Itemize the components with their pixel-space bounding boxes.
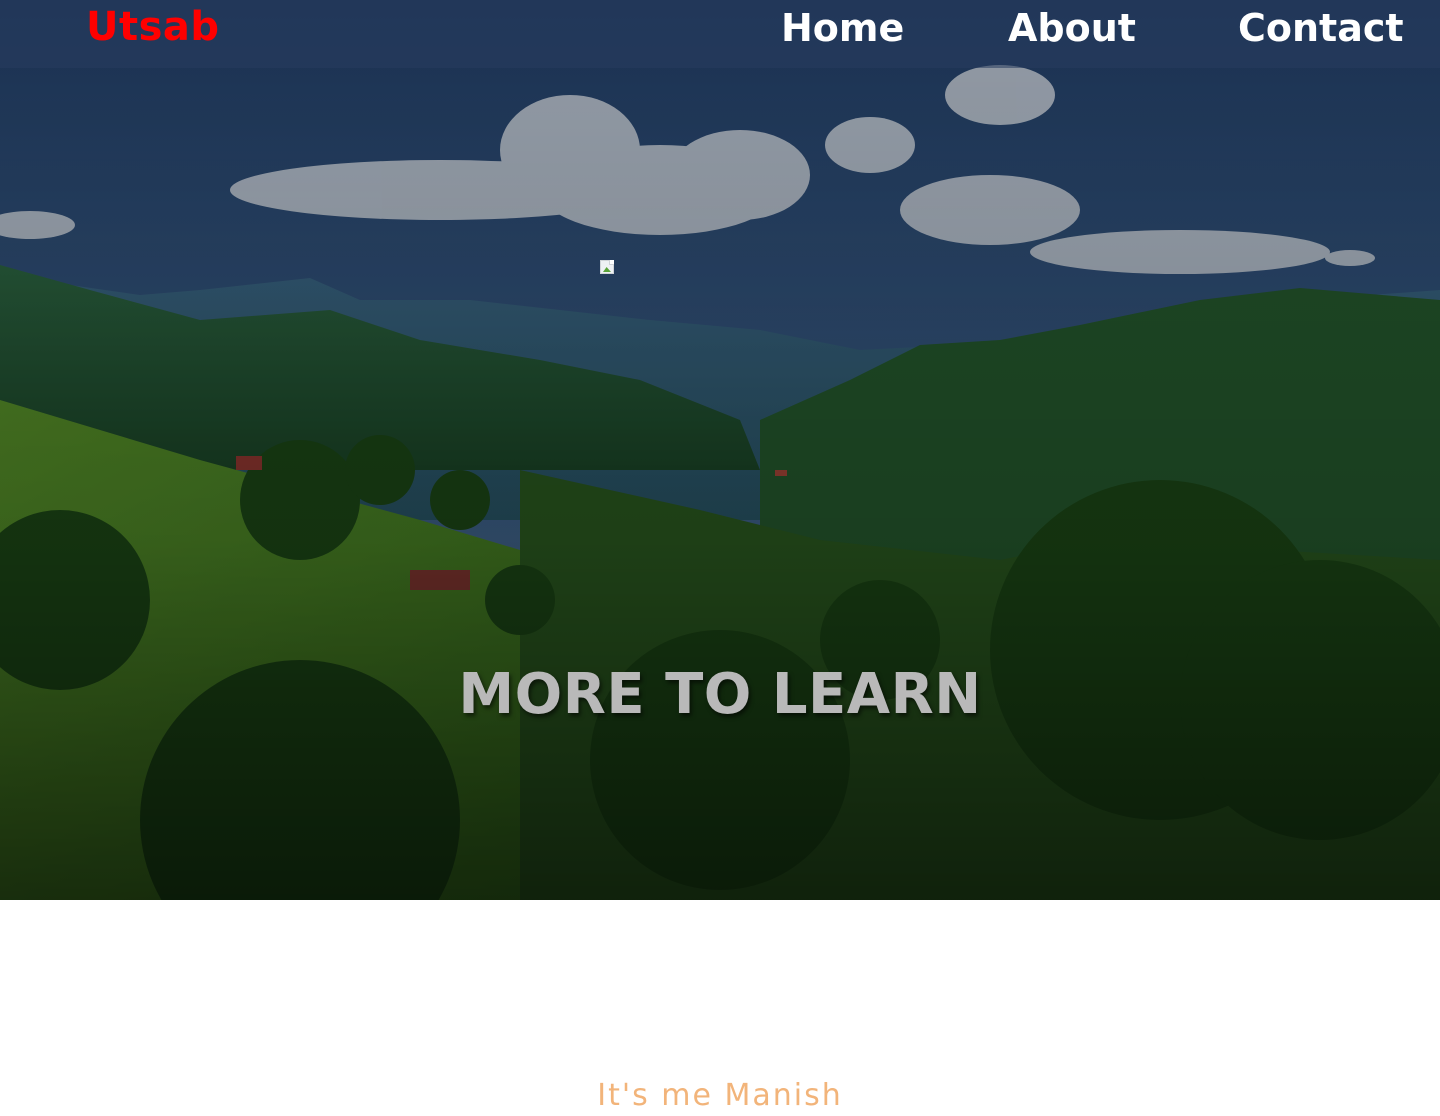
broken-image-corner <box>609 260 614 265</box>
nav-link-contact[interactable]: Contact <box>1238 6 1404 50</box>
top-navbar: Utsab Home About Contact <box>0 0 1440 68</box>
broken-image-icon <box>600 260 616 276</box>
brand-logo-link[interactable]: Utsab <box>86 4 220 50</box>
hero-title: MORE TO LEARN <box>458 662 982 727</box>
hero-background-image <box>0 0 1440 900</box>
nav-link-home[interactable]: Home <box>781 6 904 50</box>
nav-link-about[interactable]: About <box>1008 6 1136 50</box>
hero-section: Utsab Home About Contact MORE TO LEARN <box>0 0 1440 900</box>
intro-tagline: It's me Manish <box>597 1078 843 1113</box>
